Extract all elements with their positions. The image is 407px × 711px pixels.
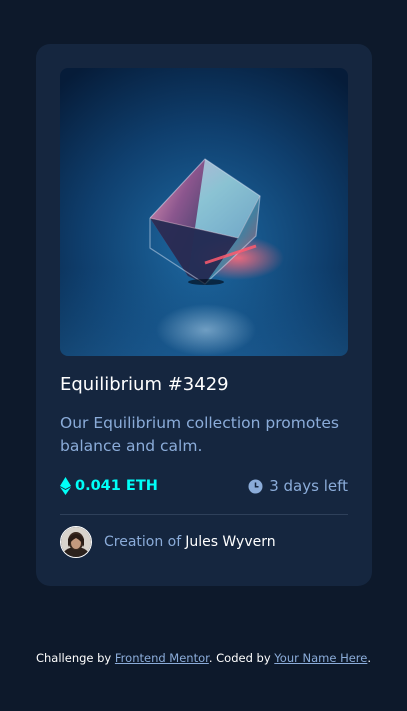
creator-row: Creation of Jules Wyvern: [60, 525, 348, 559]
nft-card: Equilibrium #3429 Our Equilibrium collec…: [36, 44, 372, 586]
nft-image[interactable]: [60, 68, 348, 356]
ethereum-icon: [60, 477, 71, 495]
footer-end: .: [367, 651, 372, 665]
nft-stats: 0.041 ETH 3 days left: [60, 474, 348, 498]
nft-description: Our Equilibrium collection promotes bala…: [60, 414, 339, 455]
coded-prefix: . Coded by: [208, 651, 271, 665]
attribution-footer: Challenge by Frontend Mentor. Coded by Y…: [0, 651, 407, 665]
creator-prefix: Creation of: [104, 534, 182, 550]
creator-name-link[interactable]: Jules Wyvern: [185, 534, 275, 550]
nft-image-art: [60, 68, 348, 356]
card-divider: [60, 514, 348, 515]
clock-icon: [248, 479, 263, 493]
avatar: [60, 526, 92, 558]
frontend-mentor-link[interactable]: Frontend Mentor: [115, 651, 209, 665]
creator-text: Creation of Jules Wyvern: [104, 534, 276, 550]
page: Equilibrium #3429 Our Equilibrium collec…: [0, 0, 407, 711]
price-group: 0.041 ETH: [60, 477, 158, 495]
nft-title[interactable]: Equilibrium #3429: [60, 373, 348, 397]
avatar-image: [61, 527, 91, 557]
challenge-prefix: Challenge by: [35, 651, 112, 665]
time-left: 3 days left: [269, 477, 348, 495]
time-group: 3 days left: [248, 477, 348, 495]
author-link[interactable]: Your Name Here: [274, 651, 367, 665]
nft-price: 0.041 ETH: [75, 478, 158, 494]
